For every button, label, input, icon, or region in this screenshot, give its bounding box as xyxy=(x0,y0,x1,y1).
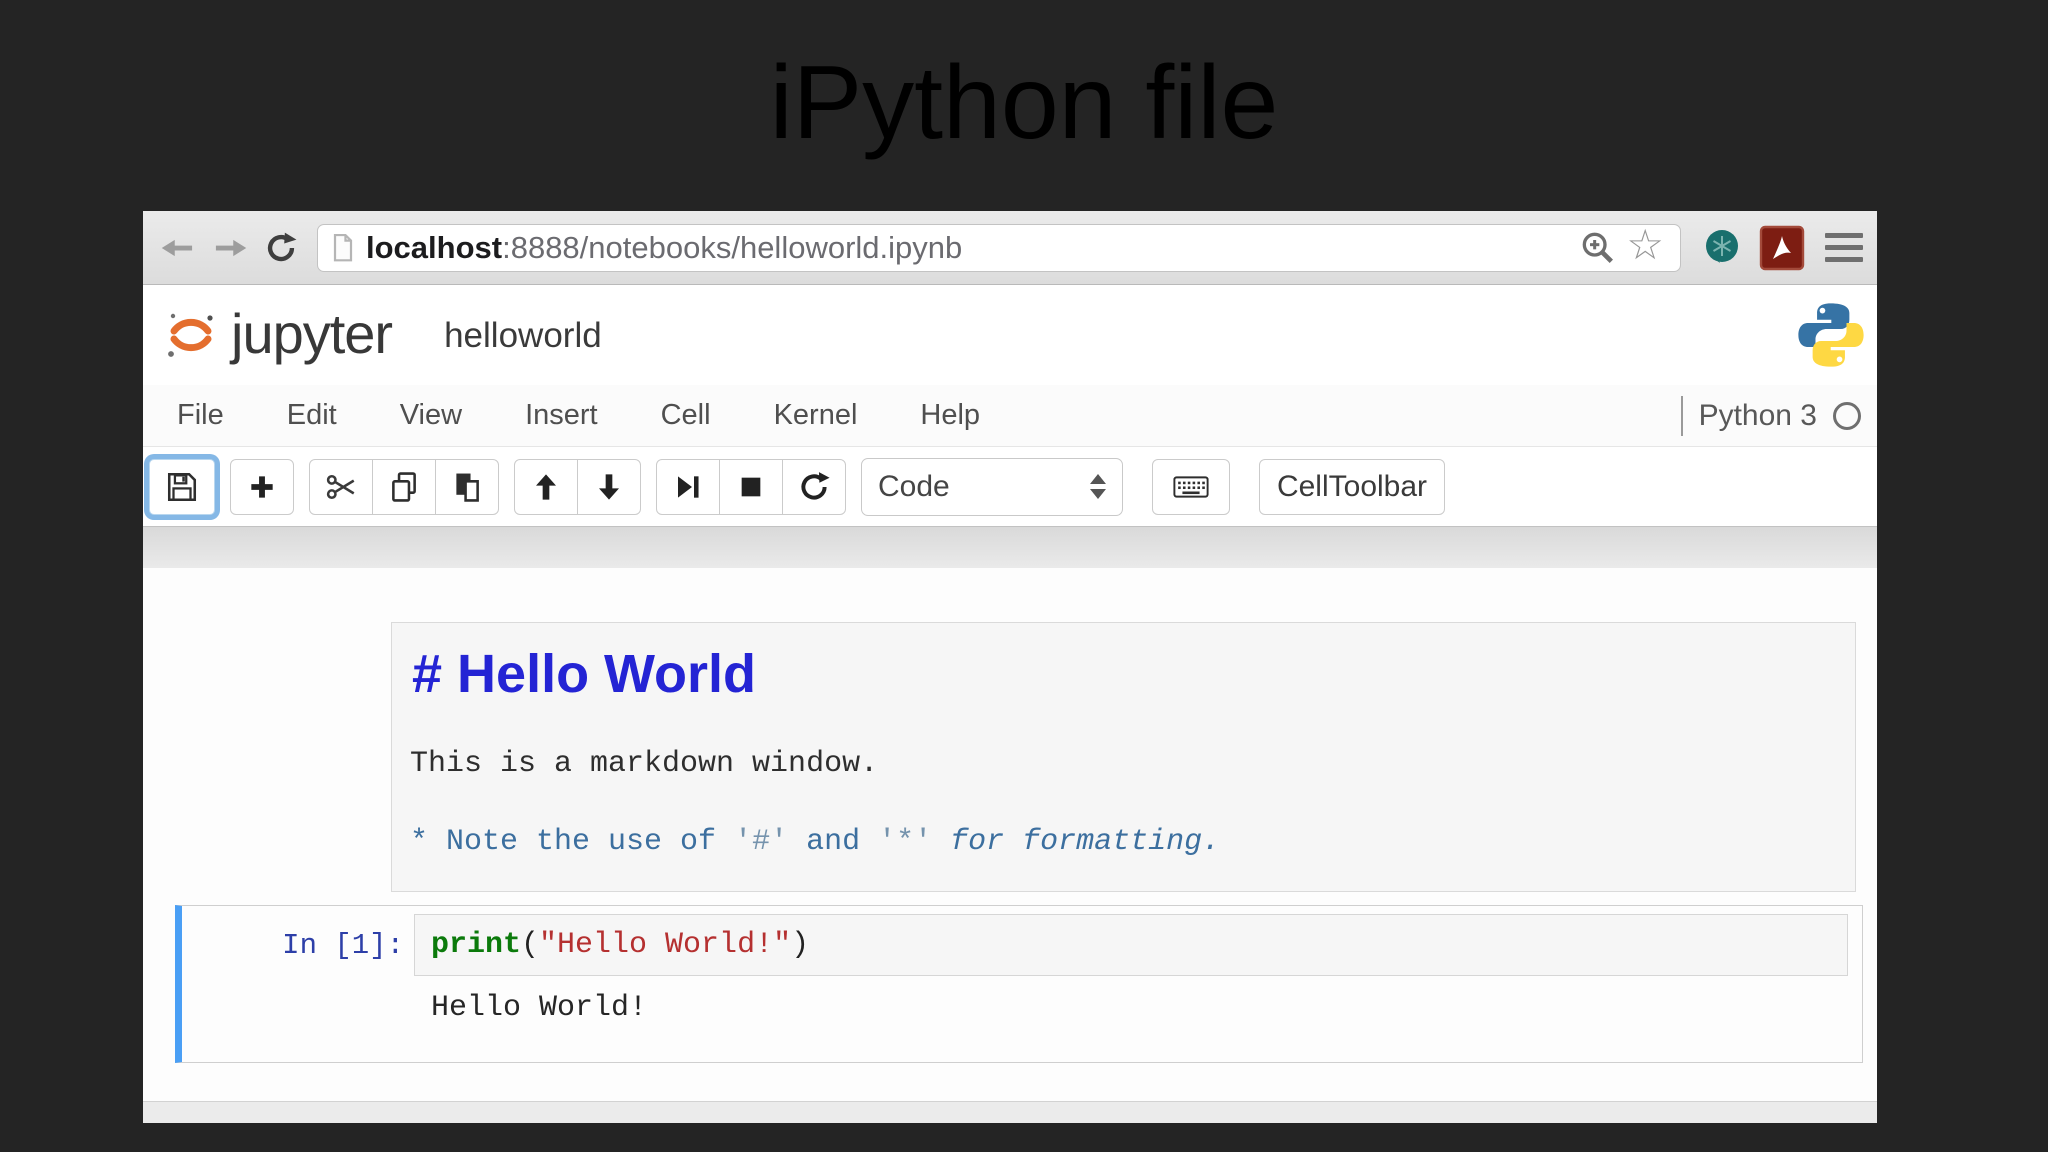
markdown-paragraph: This is a markdown window. xyxy=(410,747,879,781)
input-prompt: In [1]: xyxy=(282,929,404,962)
copy-cells-button[interactable] xyxy=(372,458,436,515)
cell-type-value: Code xyxy=(878,469,950,503)
stop-kernel-button[interactable] xyxy=(719,458,783,515)
browser-menu-icon[interactable] xyxy=(1825,233,1863,262)
note-text: and xyxy=(788,825,879,859)
code-input-editor[interactable]: print("Hello World!") xyxy=(414,914,1848,976)
browser-address-bar: localhost:8888/notebooks/helloworld.ipyn… xyxy=(143,211,1877,285)
kernel-divider xyxy=(1680,395,1683,436)
browser-window: localhost:8888/notebooks/helloworld.ipyn… xyxy=(143,211,1877,1123)
command-palette-button[interactable] xyxy=(1152,458,1230,515)
cell-output-text: Hello World! xyxy=(431,991,648,1025)
cell-type-select[interactable]: Code xyxy=(861,457,1123,516)
page-icon xyxy=(328,232,358,264)
code-input-row: In [1]: print("Hello World!") xyxy=(182,914,1848,976)
select-arrows-icon xyxy=(1090,474,1106,499)
code-cell-selected[interactable]: In [1]: print("Hello World!") Hello Worl… xyxy=(175,905,1863,1063)
extension-teal-icon[interactable] xyxy=(1699,225,1745,271)
notebook-header: jupyter helloworld xyxy=(143,285,1877,385)
notebook-menubar: File Edit View Insert Cell Kernel Help P… xyxy=(143,385,1877,447)
run-button-group xyxy=(656,458,846,515)
url-text[interactable]: localhost:8888/notebooks/helloworld.ipyn… xyxy=(366,230,962,266)
menu-edit[interactable]: Edit xyxy=(287,399,337,432)
menu-file[interactable]: File xyxy=(177,399,224,432)
markdown-heading: # Hello World xyxy=(412,644,757,704)
edit-button-group xyxy=(309,458,499,515)
bookmark-star-icon[interactable]: ☆ xyxy=(1626,223,1664,266)
markdown-note-line: * Note the use of '#' and '*' for format… xyxy=(410,825,1831,859)
refresh-icon[interactable] xyxy=(263,230,299,266)
move-button-group xyxy=(514,458,641,515)
token-paren-close: ) xyxy=(791,928,810,962)
python-logo-icon xyxy=(1793,297,1869,373)
adobe-acrobat-icon[interactable] xyxy=(1759,225,1805,271)
kernel-indicator-area: Python 3 xyxy=(1680,395,1861,436)
menu-cell[interactable]: Cell xyxy=(661,399,711,432)
note-hash-token: '#' xyxy=(734,825,789,859)
save-button[interactable] xyxy=(149,458,215,515)
forward-icon[interactable] xyxy=(211,235,249,261)
url-host: localhost xyxy=(366,229,503,265)
note-text xyxy=(932,825,950,859)
menu-help[interactable]: Help xyxy=(920,399,980,432)
cut-cells-button[interactable] xyxy=(309,458,373,515)
celltoolbar-label: CellToolbar xyxy=(1276,469,1428,503)
add-cell-button[interactable] xyxy=(230,458,294,515)
paste-cells-button[interactable] xyxy=(435,458,499,515)
note-italic-text: for formatting. xyxy=(950,825,1221,859)
restart-kernel-button[interactable] xyxy=(782,458,846,515)
markdown-cell[interactable]: # Hello World This is a markdown window.… xyxy=(391,622,1856,892)
token-string: "Hello World!" xyxy=(539,928,792,962)
zoom-icon[interactable] xyxy=(1578,228,1618,268)
window-bottom-strip xyxy=(143,1101,1877,1123)
token-paren-open: ( xyxy=(521,928,540,962)
move-down-button[interactable] xyxy=(577,458,641,515)
run-cell-button[interactable] xyxy=(656,458,720,515)
token-print: print xyxy=(431,928,522,962)
kernel-name: Python 3 xyxy=(1698,398,1817,432)
celltoolbar-button[interactable]: CellToolbar xyxy=(1259,458,1445,515)
notebook-body: # Hello World This is a markdown window.… xyxy=(143,568,1877,1101)
back-icon[interactable] xyxy=(159,235,197,261)
move-up-button[interactable] xyxy=(514,458,578,515)
jupyter-brand-text[interactable]: jupyter xyxy=(231,301,393,366)
menu-insert[interactable]: Insert xyxy=(525,399,598,432)
note-star-token: '*' xyxy=(878,825,933,859)
url-path: :8888/notebooks/helloworld.ipynb xyxy=(502,229,963,265)
notebook-toolbar: Code CellToolbar xyxy=(143,447,1877,526)
slide-title: iPython file xyxy=(769,45,1279,161)
toolbar-divider xyxy=(143,526,1877,568)
notebook-title[interactable]: helloworld xyxy=(444,316,602,356)
note-text: * Note the use of xyxy=(410,825,735,859)
jupyter-logo-icon xyxy=(161,305,221,365)
slide: iPython file localhost:8888/notebooks/he… xyxy=(0,0,2048,1152)
menu-view[interactable]: View xyxy=(400,399,462,432)
kernel-status-icon xyxy=(1833,401,1861,430)
menu-kernel[interactable]: Kernel xyxy=(774,399,858,432)
url-omnibox[interactable]: localhost:8888/notebooks/helloworld.ipyn… xyxy=(317,223,1681,272)
